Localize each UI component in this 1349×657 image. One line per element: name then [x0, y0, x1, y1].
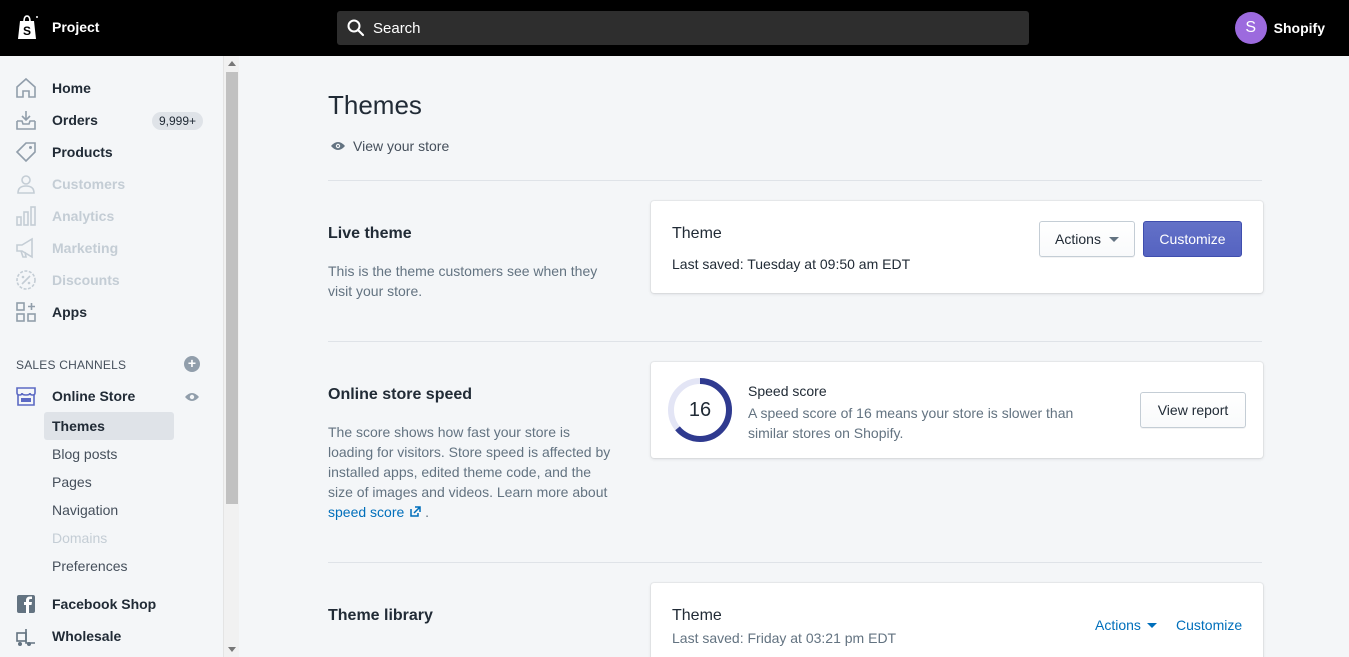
scroll-down-arrow[interactable] [228, 647, 236, 652]
top-bar: S Project Search S Shopify [0, 0, 1349, 56]
sidebar-item-analytics[interactable]: Analytics [0, 200, 223, 232]
speed-heading: Online store speed [328, 386, 473, 403]
avatar: S [1234, 12, 1267, 44]
library-customize-button[interactable]: Customize [1176, 617, 1242, 633]
divider [328, 562, 1262, 563]
sidebar-item-facebook-shop[interactable]: Facebook Shop [0, 588, 223, 620]
sidebar-subitem-blog-posts[interactable]: Blog posts [52, 440, 117, 468]
sidebar-item-label: Apps [52, 304, 87, 320]
sidebar-item-label: Analytics [52, 208, 115, 224]
eye-icon [331, 142, 345, 150]
speed-card-title: Speed score [748, 383, 827, 399]
caret-down-icon [1108, 236, 1119, 242]
eye-icon[interactable] [184, 391, 200, 403]
live-theme-last-saved: Last saved: Tuesday at 09:50 am EDT [672, 256, 911, 272]
live-theme-description: This is the theme customers see when the… [328, 263, 598, 299]
home-icon [16, 77, 36, 98]
scroll-thumb[interactable] [226, 72, 238, 504]
sidebar-item-label: Customers [52, 176, 126, 192]
sidebar-subitem-preferences[interactable]: Preferences [52, 552, 127, 580]
live-theme-heading: Live theme [328, 225, 412, 242]
person-icon [17, 175, 35, 194]
library-actions-label: Actions [1095, 617, 1141, 633]
bar-chart-icon [16, 206, 36, 226]
divider [328, 180, 1262, 181]
store-logo[interactable]: S Project [16, 14, 99, 40]
sidebar-item-customers[interactable]: Customers [0, 168, 223, 200]
theme-library-card: Theme Last saved: Friday at 03:21 pm EDT… [651, 583, 1263, 657]
actions-button[interactable]: Actions [1039, 221, 1135, 257]
sidebar: Home Orders 9,999+ Products Customers An… [0, 56, 223, 657]
sidebar-subitem-pages[interactable]: Pages [52, 468, 92, 496]
user-name: Shopify [1273, 20, 1325, 36]
customize-button[interactable]: Customize [1143, 221, 1242, 257]
sidebar-item-label: Online Store [52, 388, 136, 404]
store-name: Project [52, 19, 100, 35]
external-link-icon [410, 506, 421, 517]
speed-description-end: . [425, 504, 429, 520]
sidebar-item-label: Wholesale [52, 628, 122, 644]
megaphone-icon [16, 237, 33, 259]
search-icon [347, 19, 365, 37]
actions-label: Actions [1055, 231, 1101, 247]
theme-library-heading: Theme library [328, 607, 433, 624]
facebook-icon [17, 595, 35, 613]
library-actions-button[interactable]: Actions [1095, 617, 1157, 633]
view-report-button[interactable]: View report [1140, 392, 1246, 428]
live-theme-card: Theme Last saved: Tuesday at 09:50 am ED… [651, 201, 1263, 293]
sidebar-item-discounts[interactable]: Discounts [0, 264, 223, 296]
sidebar-subitem-themes[interactable]: Themes [44, 412, 174, 440]
speed-card: 16 Speed score A speed score of 16 means… [651, 362, 1263, 458]
sidebar-item-label: Discounts [52, 272, 120, 288]
speed-score-link-text: speed score [328, 504, 405, 520]
scroll-up-arrow[interactable] [228, 61, 236, 66]
library-last-saved: Last saved: Friday at 03:21 pm EDT [672, 630, 897, 646]
discount-icon [16, 270, 36, 290]
add-sales-channel-button[interactable]: + [184, 356, 200, 372]
sidebar-item-wholesale[interactable]: Wholesale [0, 620, 223, 652]
library-card-title: Theme [672, 607, 722, 624]
sidebar-subitem-domains[interactable]: Domains [52, 524, 107, 552]
forklift-icon [16, 629, 35, 646]
sales-channels-heading: SALES CHANNELS [16, 358, 127, 372]
speed-description-text: The score shows how fast your store is l… [328, 424, 611, 500]
sidebar-item-orders[interactable]: Orders 9,999+ [0, 104, 223, 136]
tag-icon [15, 142, 36, 163]
apps-icon [16, 302, 36, 322]
sidebar-scrollbar[interactable] [223, 56, 239, 657]
orders-count-badge: 9,999+ [152, 112, 204, 130]
speed-description: The score shows how fast your store is l… [328, 422, 618, 522]
view-store-link[interactable]: View your store [330, 138, 449, 154]
caret-down-icon [1146, 622, 1157, 628]
user-menu[interactable]: S Shopify [1234, 12, 1325, 44]
svg-text:S: S [23, 24, 31, 38]
store-icon [16, 387, 36, 406]
live-theme-card-title: Theme [672, 225, 722, 242]
speed-score-value: 16 [688, 398, 712, 421]
sidebar-item-label: Products [52, 144, 113, 160]
sidebar-item-home[interactable]: Home [0, 72, 223, 104]
sidebar-item-apps[interactable]: Apps [0, 296, 223, 328]
sidebar-item-marketing[interactable]: Marketing [0, 232, 223, 264]
search-input[interactable]: Search [337, 11, 1029, 45]
sidebar-item-label: Marketing [52, 240, 119, 256]
page-title: Themes [328, 90, 422, 120]
search-placeholder: Search [373, 19, 421, 37]
speed-card-description: A speed score of 16 means your store is … [748, 405, 1074, 441]
sidebar-item-label: Orders [52, 112, 98, 128]
view-store-label: View your store [353, 138, 450, 154]
sidebar-item-products[interactable]: Products [0, 136, 223, 168]
shopify-bag-icon: S [18, 15, 38, 39]
sidebar-item-label: Facebook Shop [52, 596, 157, 612]
orders-icon [16, 111, 36, 130]
sidebar-subitem-navigation[interactable]: Navigation [52, 496, 118, 524]
divider [328, 341, 1262, 342]
speed-score-link[interactable]: speed score [328, 504, 421, 520]
main-content: Themes View your store Live theme This i… [240, 56, 1349, 657]
sidebar-item-label: Home [52, 80, 91, 96]
